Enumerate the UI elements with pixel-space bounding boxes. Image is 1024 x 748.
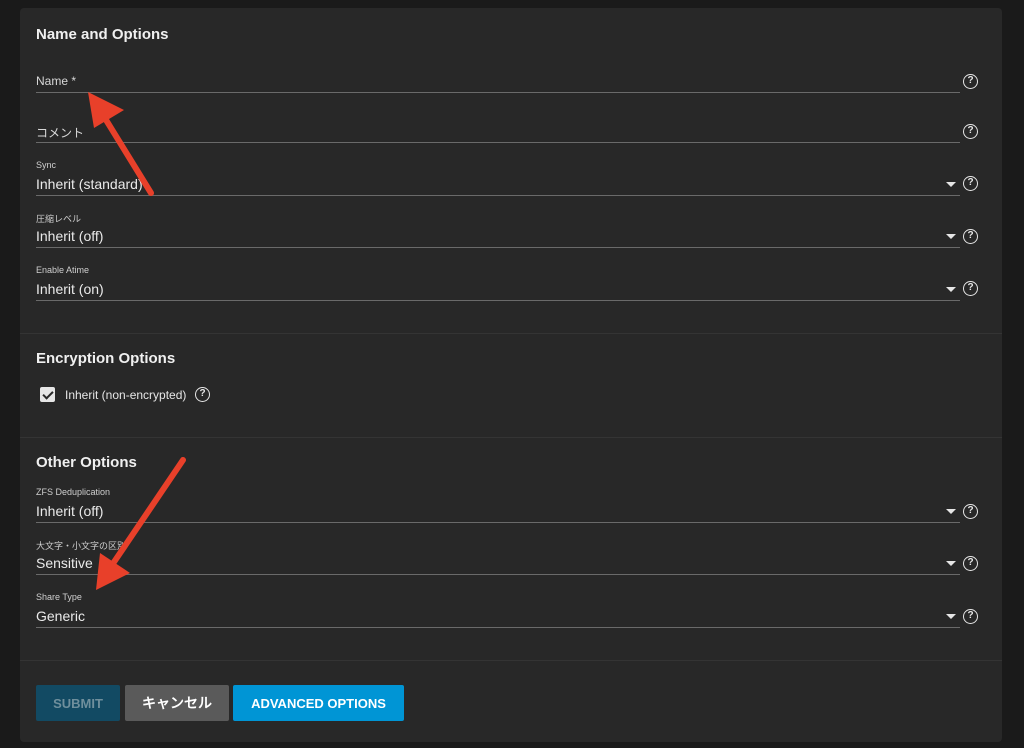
case-help-icon[interactable]: ? <box>963 556 978 571</box>
dedup-help-icon[interactable]: ? <box>963 504 978 519</box>
inherit-encryption-label: Inherit (non-encrypted) <box>65 388 187 402</box>
atime-select-label: Enable Atime <box>36 265 90 275</box>
dedup-select[interactable]: ZFS Deduplication Inherit (off) <box>36 487 960 523</box>
comment-field[interactable]: コメント <box>36 107 960 143</box>
compression-help-icon[interactable]: ? <box>963 229 978 244</box>
case-sensitivity-select-underline <box>36 574 960 575</box>
compression-select-underline <box>36 247 960 248</box>
inherit-encryption-checkbox[interactable] <box>40 387 55 402</box>
section-divider <box>20 660 1002 661</box>
name-field-label: Name * <box>36 74 77 88</box>
dedup-select-underline <box>36 522 960 523</box>
share-type-select[interactable]: Share Type Generic <box>36 592 960 628</box>
section-title-name-options: Name and Options <box>36 26 169 43</box>
section-title-encryption: Encryption Options <box>36 350 176 367</box>
name-field-underline <box>36 92 960 93</box>
comment-field-underline <box>36 142 960 143</box>
compression-select[interactable]: 圧縮レベル Inherit (off) <box>36 212 960 248</box>
case-sensitivity-select-label: 大文字・小文字の区別 <box>36 541 127 551</box>
dataset-form-card: Name and Options Name * ? コメント ? Sync In… <box>20 8 1002 742</box>
case-caret-down-icon <box>946 561 956 566</box>
atime-caret-down-icon <box>946 287 956 292</box>
section-divider <box>20 437 1002 438</box>
compression-select-label: 圧縮レベル <box>36 214 82 224</box>
atime-help-icon[interactable]: ? <box>963 281 978 296</box>
case-sensitivity-select-value: Sensitive <box>36 555 93 571</box>
dedup-select-label: ZFS Deduplication <box>36 487 111 497</box>
cancel-button[interactable]: キャンセル <box>125 685 229 721</box>
atime-select-underline <box>36 300 960 301</box>
encryption-help-icon[interactable]: ? <box>195 387 210 402</box>
compression-select-value: Inherit (off) <box>36 228 104 244</box>
sync-select-underline <box>36 195 960 196</box>
share-type-caret-down-icon <box>946 614 956 619</box>
advanced-options-button[interactable]: ADVANCED OPTIONS <box>233 685 404 721</box>
atime-select[interactable]: Enable Atime Inherit (on) <box>36 265 960 301</box>
case-sensitivity-select[interactable]: 大文字・小文字の区別 Sensitive <box>36 539 960 575</box>
comment-help-icon[interactable]: ? <box>963 124 978 139</box>
section-title-other: Other Options <box>36 454 137 471</box>
compression-caret-down-icon <box>946 234 956 239</box>
atime-select-value: Inherit (on) <box>36 281 104 297</box>
sync-help-icon[interactable]: ? <box>963 176 978 191</box>
section-divider <box>20 333 1002 334</box>
name-field[interactable]: Name * <box>36 57 960 93</box>
sync-select[interactable]: Sync Inherit (standard) <box>36 160 960 196</box>
name-help-icon[interactable]: ? <box>963 74 978 89</box>
share-type-select-underline <box>36 627 960 628</box>
sync-select-label: Sync <box>36 160 57 170</box>
sync-caret-down-icon <box>946 182 956 187</box>
share-type-help-icon[interactable]: ? <box>963 609 978 624</box>
share-type-select-label: Share Type <box>36 592 82 602</box>
share-type-select-value: Generic <box>36 608 86 624</box>
dedup-caret-down-icon <box>946 509 956 514</box>
sync-select-value: Inherit (standard) <box>36 176 143 192</box>
comment-field-label: コメント <box>36 126 85 140</box>
submit-button[interactable]: SUBMIT <box>36 685 120 721</box>
dedup-select-value: Inherit (off) <box>36 503 104 519</box>
